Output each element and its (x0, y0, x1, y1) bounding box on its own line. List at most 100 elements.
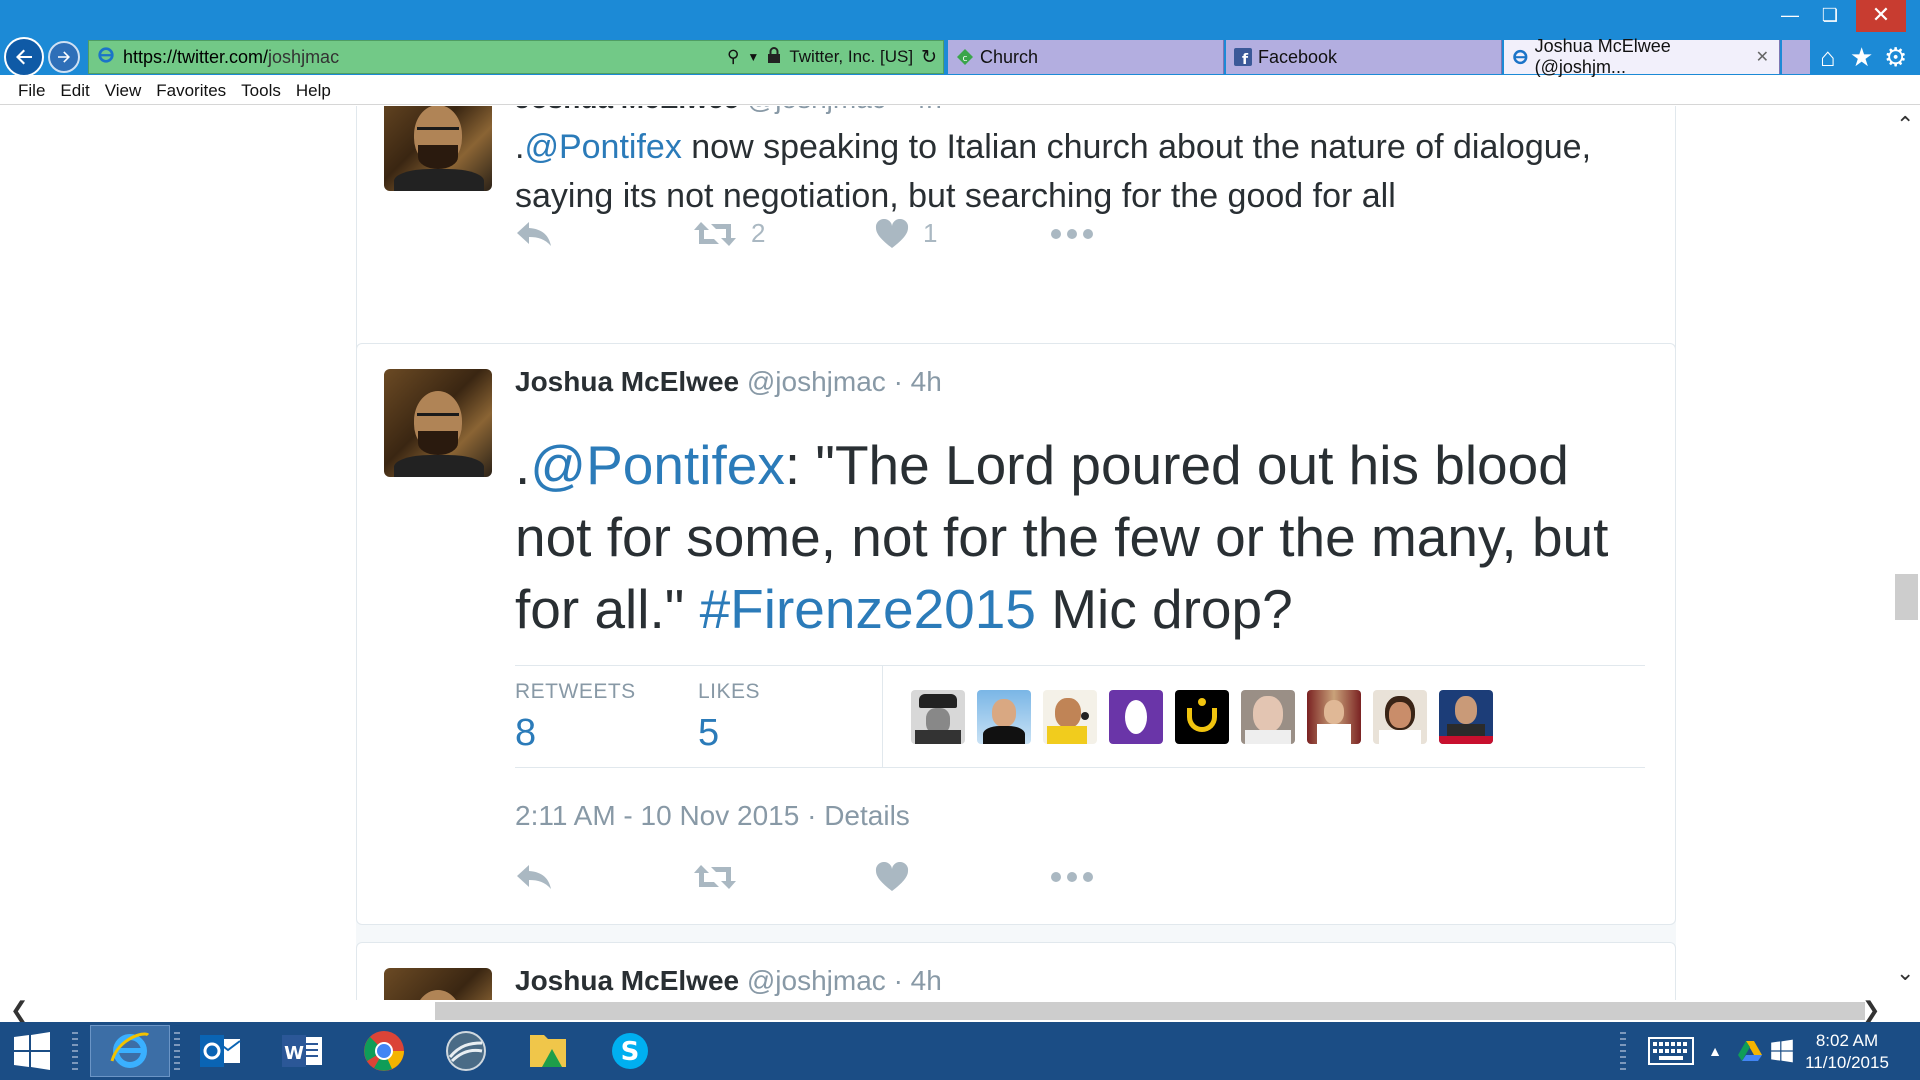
new-tab-button[interactable] (1782, 40, 1810, 74)
tweet-time[interactable]: · 4h (894, 106, 942, 114)
likes-value: 5 (698, 712, 720, 754)
mention-link[interactable]: @Pontifex (524, 128, 681, 166)
clock-time: 8:02 AM (1815, 1031, 1879, 1050)
lock-icon[interactable] (767, 46, 781, 68)
more-button[interactable] (1050, 871, 1094, 883)
scroll-down-icon[interactable]: ⌄ (1896, 960, 1914, 986)
liker-avatar[interactable] (1241, 690, 1295, 744)
refresh-icon[interactable]: ↻ (921, 46, 937, 69)
menu-tools[interactable]: Tools (241, 81, 281, 101)
menu-favorites[interactable]: Favorites (156, 81, 226, 101)
horizontal-scroll-thumb[interactable] (435, 1002, 1865, 1020)
touch-keyboard-button[interactable] (1636, 1025, 1706, 1077)
tab-joshua-mcelwee[interactable]: Joshua McElwee (@joshjm... ✕ (1504, 36, 1780, 77)
retweet-button[interactable] (693, 863, 875, 891)
tweet-time[interactable]: · 4h (894, 366, 942, 397)
stats-divider (882, 666, 883, 767)
start-button[interactable] (0, 1025, 64, 1077)
url-path: joshjmac (268, 46, 340, 67)
menu-file[interactable]: File (18, 81, 45, 101)
tab-label: Joshua McElwee (@joshjm... (1534, 36, 1671, 77)
retweets-stat[interactable]: RETWEETS 8 (515, 680, 636, 755)
menu-edit[interactable]: Edit (60, 81, 89, 101)
svg-text:S: S (621, 1037, 640, 1067)
svg-text:f: f (1242, 52, 1249, 66)
author-name[interactable]: Joshua McElwee (515, 965, 739, 996)
liker-avatar[interactable] (1043, 690, 1097, 744)
tweet-card-expanded[interactable]: Joshua McElwee @joshjmac · 4h .@Pontifex… (356, 343, 1676, 925)
liker-avatar[interactable] (911, 690, 965, 744)
reply-button[interactable] (515, 863, 693, 891)
avatar[interactable] (384, 968, 492, 1000)
forward-button[interactable] (48, 41, 80, 73)
tweet-time[interactable]: · 4h (894, 965, 942, 996)
vertical-scrollbar[interactable] (1893, 106, 1920, 1000)
tweet-text: .@Pontifex now speaking to Italian churc… (515, 128, 1592, 215)
tab-close-icon[interactable]: ✕ (1756, 47, 1769, 67)
dropdown-icon[interactable]: ▼ (747, 50, 759, 64)
author-name[interactable]: Joshua McElwee (515, 106, 739, 114)
author-handle[interactable]: @joshjmac (747, 965, 886, 996)
scroll-left-icon[interactable]: ❮ (10, 997, 28, 1023)
avatar[interactable] (384, 369, 492, 477)
liker-avatar[interactable] (1307, 690, 1361, 744)
tab-facebook[interactable]: f Facebook (1226, 40, 1502, 74)
vertical-scroll-thumb[interactable] (1895, 574, 1918, 620)
reply-icon (517, 221, 551, 246)
search-icon[interactable]: ⚲ (727, 47, 739, 67)
tab-label: Facebook (1258, 46, 1338, 67)
avatar[interactable] (384, 106, 492, 191)
taskbar-app[interactable] (426, 1025, 506, 1077)
tweet-actions: 2 1 (515, 218, 1094, 249)
scroll-up-icon[interactable]: ⌃ (1896, 112, 1914, 138)
back-button[interactable] (4, 37, 44, 77)
scroll-right-icon[interactable]: ❯ (1862, 997, 1880, 1023)
close-icon[interactable]: ✕ (1856, 0, 1906, 32)
liker-avatar[interactable] (1175, 690, 1229, 744)
like-button[interactable]: 1 (875, 218, 1050, 249)
retweet-count: 2 (751, 218, 766, 248)
taskbar-internet-explorer[interactable] (90, 1025, 170, 1077)
like-button[interactable] (875, 862, 1050, 892)
liker-avatar[interactable] (977, 690, 1031, 744)
liker-avatar[interactable] (1109, 690, 1163, 744)
folder-drive-icon (530, 1035, 566, 1067)
maximize-icon[interactable]: ❏ (1810, 0, 1850, 32)
author-name[interactable]: Joshua McElwee (515, 366, 739, 397)
taskbar-skype[interactable]: S (590, 1025, 670, 1077)
author-handle[interactable]: @joshjmac (747, 366, 886, 397)
site-identity[interactable]: Twitter, Inc. [US] (789, 47, 913, 67)
tweet-card[interactable]: Joshua McElwee @joshjmac · 4h (356, 942, 1676, 1000)
taskbar-google-drive[interactable] (508, 1025, 588, 1077)
taskbar-chrome[interactable] (344, 1025, 424, 1077)
menu-view[interactable]: View (105, 81, 142, 101)
liker-avatar[interactable] (1439, 690, 1493, 744)
likes-stat[interactable]: LIKES 5 (698, 680, 760, 755)
arrow-right-icon (58, 51, 70, 63)
browser-title-bar: — ❏ ✕ https://twitter.com/joshjmac ⚲ ▼ T… (0, 0, 1920, 77)
address-bar[interactable]: https://twitter.com/joshjmac ⚲ ▼ Twitter… (88, 40, 944, 74)
home-icon[interactable]: ⌂ (1820, 42, 1836, 72)
tray-expand-icon[interactable]: ▲ (1700, 1025, 1730, 1077)
retweet-icon (694, 865, 736, 889)
retweet-button[interactable]: 2 (693, 218, 875, 249)
more-button[interactable] (1050, 228, 1094, 240)
retweets-value: 8 (515, 712, 537, 754)
hashtag-link[interactable]: #Firenze2015 (700, 578, 1036, 640)
taskbar-word[interactable]: W (262, 1025, 342, 1077)
reply-button[interactable] (515, 220, 693, 248)
tweet-actions (515, 862, 1094, 892)
tweet-timestamp[interactable]: 2:11 AM - 10 Nov 2015 · Details (515, 800, 910, 832)
favorites-star-icon[interactable]: ★ (1850, 42, 1873, 72)
taskbar-outlook[interactable] (180, 1025, 260, 1077)
heart-icon (875, 218, 909, 248)
clock-date: 11/10/2015 (1805, 1053, 1889, 1072)
tab-church[interactable]: c Church (948, 40, 1224, 74)
system-clock[interactable]: 8:02 AM 11/10/2015 (1792, 1030, 1902, 1074)
gear-icon[interactable]: ⚙ (1884, 42, 1907, 72)
menu-help[interactable]: Help (296, 81, 331, 101)
minimize-icon[interactable]: — (1770, 0, 1810, 32)
liker-avatar[interactable] (1373, 690, 1427, 744)
mention-link[interactable]: @Pontifex (530, 434, 785, 496)
author-handle[interactable]: @joshjmac (747, 106, 886, 114)
